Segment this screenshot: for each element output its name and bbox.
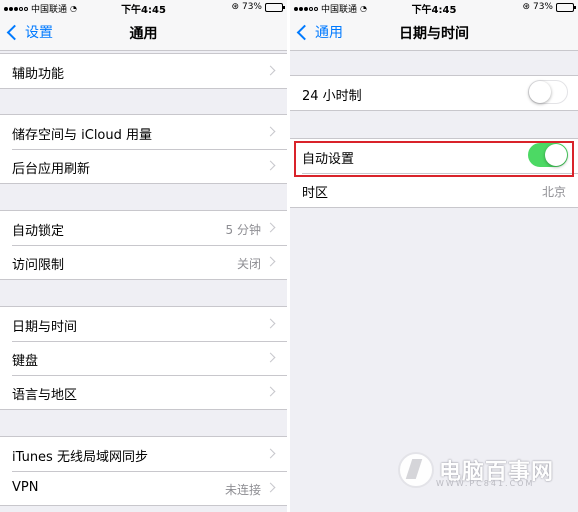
settings-group-datetime: 日期与时间 键盘 语言与地区: [0, 306, 287, 410]
list-item-storage-icloud[interactable]: 储存空间与 iCloud 用量: [0, 115, 287, 149]
row-label: 访问限制: [12, 258, 65, 273]
row-label: 语言与地区: [12, 388, 78, 403]
chevron-right-icon: [265, 318, 276, 329]
chevron-right-icon: [265, 65, 276, 76]
list-item-keyboard[interactable]: 键盘: [0, 341, 287, 375]
settings-group-accessibility: 辅助功能: [0, 53, 287, 89]
toggle-set-automatically[interactable]: [528, 143, 568, 167]
row-label: 日期与时间: [12, 320, 78, 335]
row-label: 24 小时制: [302, 89, 362, 104]
row-label: 自动锁定: [12, 224, 65, 239]
list-item-vpn[interactable]: VPN 未连接: [0, 471, 287, 505]
chevron-right-icon: [265, 126, 276, 137]
battery-percent: 73%: [241, 2, 262, 12]
battery-percent: 73%: [532, 2, 553, 12]
row-label: 后台应用刷新: [12, 162, 91, 177]
row-value: 未连接: [224, 483, 261, 497]
chevron-right-icon: [265, 482, 276, 493]
list-item-set-automatically: 自动设置: [290, 139, 578, 173]
list-item-background-refresh[interactable]: 后台应用刷新: [0, 149, 287, 183]
site-watermark: 电脑百事网 WWW.PC841.COM: [398, 452, 554, 488]
row-label: 辅助功能: [12, 67, 65, 82]
chevron-right-icon: [265, 386, 276, 397]
list-item-accessibility[interactable]: 辅助功能: [0, 54, 287, 88]
status-bar: 中国联通 ◔ 下午4:45 ⊛ 73%: [0, 0, 287, 16]
settings-group-network: iTunes 无线局域网同步 VPN 未连接: [0, 436, 287, 506]
battery-icon: [265, 2, 285, 12]
settings-group-auto: 自动设置 时区 北京: [290, 138, 578, 208]
row-label: iTunes 无线局域网同步: [12, 450, 148, 465]
chevron-right-icon: [265, 160, 276, 171]
row-value: 5 分钟: [225, 223, 261, 237]
navigation-bar: 设置 通用: [0, 14, 287, 51]
watermark-subtext: WWW.PC841.COM: [436, 479, 535, 488]
battery-icon: [556, 2, 576, 12]
list-item-restrictions[interactable]: 访问限制 关闭: [0, 245, 287, 279]
status-bar: 中国联通 ◔ 下午4:45 ⊛ 73%: [290, 0, 578, 16]
watermark-logo-icon: [398, 452, 434, 488]
page-title: 日期与时间: [399, 26, 469, 42]
row-label: 储存空间与 iCloud 用量: [12, 128, 153, 143]
chevron-right-icon: [265, 256, 276, 267]
toggle-24-hour[interactable]: [528, 80, 568, 104]
page-title: 通用: [129, 26, 158, 42]
row-label: 键盘: [12, 354, 39, 369]
navigation-bar: 通用 日期与时间: [290, 14, 578, 51]
orientation-lock-icon: ⊛: [231, 2, 239, 12]
list-item-date-time[interactable]: 日期与时间: [0, 307, 287, 341]
settings-group-storage: 储存空间与 iCloud 用量 后台应用刷新: [0, 114, 287, 184]
general-settings-screen: 中国联通 ◔ 下午4:45 ⊛ 73% 设置 通用 辅助功能 储存空间与 iCl…: [0, 0, 287, 512]
toggle-knob: [545, 144, 567, 166]
row-label: 时区: [302, 186, 329, 201]
list-item-itunes-wifi-sync[interactable]: iTunes 无线局域网同步: [0, 437, 287, 471]
row-label: 自动设置: [302, 152, 355, 167]
toggle-knob: [529, 81, 551, 103]
list-item-language-region[interactable]: 语言与地区: [0, 375, 287, 409]
chevron-right-icon: [265, 448, 276, 459]
chevron-right-icon: [265, 222, 276, 233]
row-value: 北京: [541, 185, 566, 199]
list-item-time-zone[interactable]: 时区 北京: [290, 173, 578, 207]
date-time-screen: 中国联通 ◔ 下午4:45 ⊛ 73% 通用 日期与时间 24 小时制 自动设置…: [290, 0, 578, 512]
settings-group-lock: 自动锁定 5 分钟 访问限制 关闭: [0, 210, 287, 280]
chevron-right-icon: [265, 352, 276, 363]
orientation-lock-icon: ⊛: [522, 2, 530, 12]
settings-group-24h: 24 小时制: [290, 75, 578, 111]
screenshot-stage: 中国联通 ◔ 下午4:45 ⊛ 73% 设置 通用 辅助功能 储存空间与 iCl…: [0, 0, 578, 512]
list-item-auto-lock[interactable]: 自动锁定 5 分钟: [0, 211, 287, 245]
row-label: VPN: [12, 480, 39, 495]
list-item-24-hour: 24 小时制: [290, 76, 578, 110]
row-value: 关闭: [236, 257, 261, 271]
